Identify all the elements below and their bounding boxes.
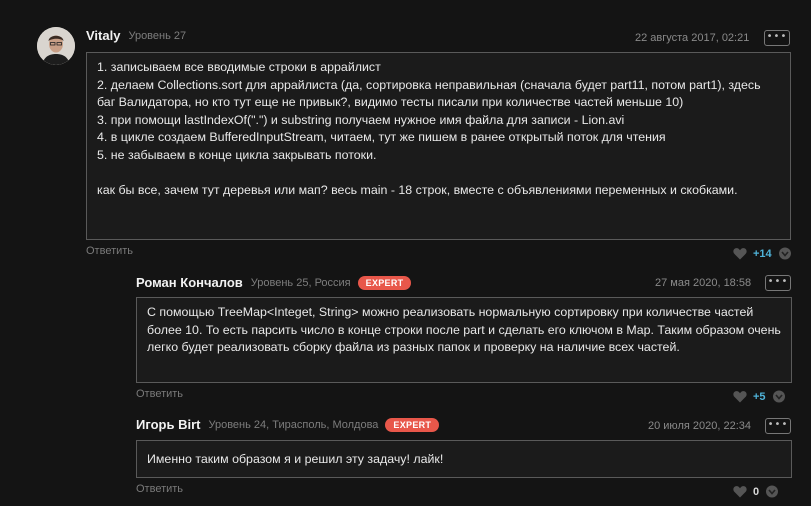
user-level: Уровень 24, Тирасполь, Молдова — [208, 419, 378, 431]
like-count: +14 — [753, 247, 772, 260]
user-level: Уровень 25, Россия — [251, 277, 351, 289]
comment-date: 27 мая 2020, 18:58 — [655, 277, 752, 289]
user-location: Тирасполь, Молдова — [272, 418, 379, 431]
heart-icon[interactable] — [733, 485, 747, 498]
comment-body: С помощью TreeMap<Integet, String> можно… — [136, 297, 792, 383]
like-group: +5 — [733, 390, 786, 403]
avatar[interactable] — [37, 27, 75, 65]
comment-line: 1. записываем все вводимые строки в арра… — [97, 60, 381, 74]
comment-line: 2. делаем Collections.sort для аррайлист… — [97, 77, 761, 110]
comment-line: 4. в цикле создаем BufferedInputStream, … — [97, 130, 666, 145]
collapse-replies-icon[interactable] — [772, 390, 786, 403]
comment-line: как бы все, зачем тут деревья или мап? в… — [97, 182, 738, 197]
comment-line: 3. при помощи lastIndexOf(".") и substri… — [97, 112, 625, 127]
level-text: Уровень 25, — [250, 276, 315, 289]
comment-text: Именно таким образом я и решил эту задач… — [147, 452, 444, 466]
like-group: 0 — [733, 485, 779, 498]
like-group: +14 — [733, 247, 792, 260]
like-count: 0 — [753, 485, 760, 498]
expert-badge: EXPERT — [385, 417, 440, 432]
comment-body: 1. записываем все вводимые строки в арра… — [86, 52, 791, 240]
comment-date: 20 июля 2020, 22:34 — [648, 420, 751, 432]
comment-line: 5. не забываем в конце цикла закрывать п… — [97, 147, 377, 162]
expert-badge: EXPERT — [357, 275, 412, 290]
comment-date: 22 августа 2017, 02:21 — [635, 32, 750, 44]
comment-author[interactable]: Vitaly — [86, 28, 120, 43]
comment-text: С помощью TreeMap<Integet, String> можно… — [147, 305, 781, 355]
collapse-replies-icon[interactable] — [778, 247, 792, 260]
more-options-button[interactable]: ••• — [765, 275, 791, 291]
comment-author[interactable]: Роман Кончалов — [136, 275, 243, 290]
user-location: Россия — [314, 276, 351, 289]
user-level: Уровень 27 — [128, 29, 187, 42]
heart-icon[interactable] — [733, 390, 747, 403]
more-options-button[interactable]: ••• — [765, 418, 791, 434]
reply-link[interactable]: Ответить — [86, 245, 133, 257]
reply-link[interactable]: Ответить — [136, 483, 183, 495]
reply-link[interactable]: Ответить — [136, 388, 183, 400]
level-text: Уровень 24, — [208, 418, 273, 431]
more-options-button[interactable]: ••• — [764, 30, 790, 46]
comment-author[interactable]: Игорь Birt — [136, 417, 200, 432]
comment-body: Именно таким образом я и решил эту задач… — [136, 440, 792, 478]
collapse-replies-icon[interactable] — [765, 485, 779, 498]
heart-icon[interactable] — [733, 247, 747, 260]
avatar-photo — [37, 27, 75, 65]
like-count: +5 — [753, 390, 766, 403]
